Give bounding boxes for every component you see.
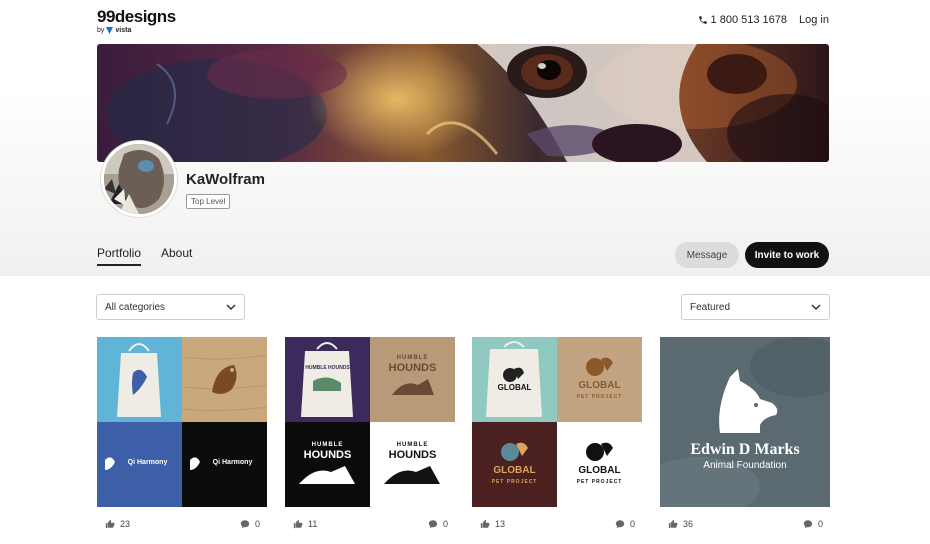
thumbs-up-icon [480,519,490,529]
dog-cat-logo-icon [660,337,830,507]
dog-silhouette-icon [299,466,355,484]
portfolio-item-qi-harmony[interactable]: Qi Harmony Qi Harmony [97,337,267,507]
phone-icon [698,16,707,24]
edwin-subtitle-text: Animal Foundation [703,460,787,471]
level-badge: Top Level [186,194,231,209]
header-actions: 1 800 513 1678 Log in [698,14,829,26]
wood-mockup: GLOBAL PET PROJECT [557,337,642,422]
comment-stat[interactable]: 0 [240,519,260,529]
portfolio-item-stats: 36 0 [660,517,830,531]
profile-name: KaWolfram [186,171,265,188]
comment-stat[interactable]: 0 [803,519,823,529]
comment-count: 0 [629,519,635,529]
comment-icon [428,520,438,529]
dog-silhouette-icon [392,379,434,395]
like-count: 11 [308,519,318,529]
thumbs-up-icon [293,519,303,529]
tote-bag-icon [301,342,353,417]
pet-project-text: PET PROJECT [576,394,623,400]
logo-by-text: by [97,27,105,34]
wood-mockup [182,337,267,422]
vista-icon [106,27,114,34]
banner-artwork [97,44,829,162]
phone-number: 1 800 513 1678 [710,14,788,26]
like-stat[interactable]: 13 [480,519,505,529]
login-link[interactable]: Log in [799,14,829,26]
global-white-logo: GLOBAL PET PROJECT [557,422,642,507]
comment-count: 0 [442,519,448,529]
global-text: GLOBAL [578,380,621,391]
like-count: 23 [120,519,131,529]
pet-project-text: PET PROJECT [491,479,538,485]
global-maroon-logo: GLOBAL PET PROJECT [472,422,557,507]
comment-stat[interactable]: 0 [428,519,448,529]
like-count: 36 [683,519,694,529]
humble-hounds-white-logo: HUMBLE HOUNDS [370,422,455,507]
portfolio-item-stats: 11 0 [285,517,455,531]
like-stat[interactable]: 36 [668,519,693,529]
logo-wordmark: 99designs [97,7,176,26]
chevron-down-icon [811,304,821,310]
like-stat[interactable]: 23 [105,519,130,529]
like-count: 13 [495,519,506,529]
dog-silhouette-icon [384,466,440,484]
thumbs-up-icon [668,519,678,529]
qi-harmony-black-logo: Qi Harmony [182,422,267,507]
bird-logo-icon [182,337,267,422]
qi-harmony-text: Qi Harmony [212,459,253,466]
tote-text: HUMBLE HOUNDS [305,365,350,371]
global-text: GLOBAL [578,465,621,476]
pet-project-text: PET PROJECT [576,479,623,485]
chevron-down-icon [226,304,236,310]
portfolio-item-global-pet-project[interactable]: GLOBAL GLOBAL PET PROJECT GLOBAL PET PRO… [472,337,642,507]
edwin-title-text: Edwin D Marks [690,441,800,458]
comment-stat[interactable]: 0 [615,519,635,529]
profile-banner-image [97,44,829,162]
sort-select-value: Featured [690,301,731,313]
tote-bag-mockup [97,337,182,422]
logo-brand-text: vista [115,27,132,34]
like-stat[interactable]: 11 [293,519,317,529]
global-text: GLOBAL [497,383,532,392]
comment-icon [240,520,250,529]
avatar-image [104,144,174,214]
tote-bag-mockup: HUMBLE HOUNDS [285,337,370,422]
global-text: GLOBAL [493,465,536,476]
sort-select[interactable]: Featured [681,294,830,320]
portfolio-item-humble-hounds[interactable]: HUMBLE HOUNDS HUMBLE HOUNDS HUMBLE HOUND… [285,337,455,507]
comment-icon [615,520,625,529]
avatar[interactable] [101,141,177,217]
tote-bag-mockup: GLOBAL [472,337,557,422]
comment-icon [803,520,813,529]
tote-bag-icon [117,343,161,417]
logo-byline: by vista [97,27,176,34]
portfolio-item-edwin-d-marks[interactable]: Edwin D Marks Animal Foundation [660,337,830,507]
wood-mockup: HUMBLE HOUNDS [370,337,455,422]
tote-bag-icon [486,341,542,417]
portfolio-item-stats: 23 0 [97,517,267,531]
brand-logo[interactable]: 99designs by vista [97,8,176,34]
comment-count: 0 [817,519,823,529]
invite-to-work-button[interactable]: Invite to work [745,242,829,268]
qi-harmony-blue-logo: Qi Harmony [97,422,182,507]
category-select[interactable]: All categories [96,294,245,320]
humble-hounds-black-logo: HUMBLE HOUNDS [285,422,370,507]
category-select-value: All categories [105,301,166,313]
thumbs-up-icon [105,519,115,529]
tab-about[interactable]: About [161,246,192,260]
qi-harmony-text: Qi Harmony [127,459,168,466]
comment-count: 0 [254,519,260,529]
portfolio-item-stats: 13 0 [472,517,642,531]
phone-link[interactable]: 1 800 513 1678 [698,14,787,26]
tab-portfolio[interactable]: Portfolio [97,246,142,266]
message-button[interactable]: Message [675,242,739,268]
